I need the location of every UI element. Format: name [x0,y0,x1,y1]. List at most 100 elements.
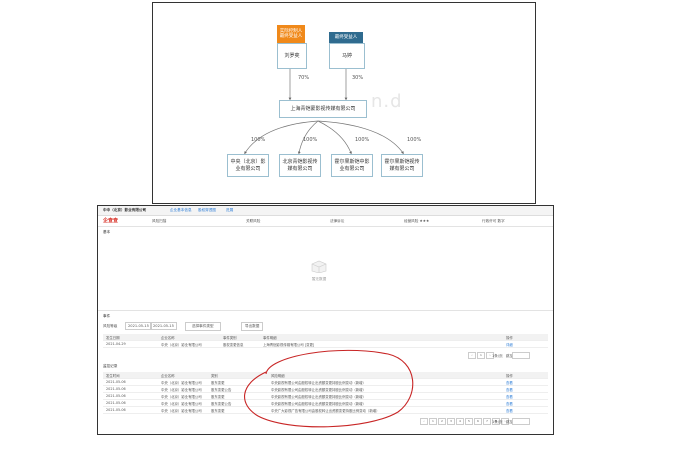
export-button[interactable]: 导出数据 [241,322,264,331]
pct-sub-2: 100% [303,137,318,143]
jump-input[interactable] [512,418,530,425]
page-button[interactable]: 7 [483,418,491,425]
company-node[interactable]: 上海青铠蒙影视传媒有限公司 [279,100,367,118]
cell-type: 股权变更信息 [223,343,244,347]
table-row: 2021-05-06 中央（北京）影业有限公司 股东变更 中央广大影视广告有限公… [103,407,548,414]
col-header: 发生日期 [106,336,120,340]
cell-detail: 中央影视有限公司由股权转让出资额变更持股比例变动（新增） [271,395,366,399]
app-window: 中中（北京）影业有限公司 企业基本信息 股权穿透图 进展 企查查 风险扫描 关联… [97,205,554,435]
view-link[interactable]: 查看 [506,394,513,399]
page-size-select[interactable]: 1条/页 [492,420,503,425]
section-events-title: 事件 [103,314,111,318]
empty-box-icon [311,260,327,274]
cell-detail: 中央广大影视广告有限公司由股权转让出资额变更持股比例变动（新增） [271,409,380,413]
view-link[interactable]: 查看 [506,408,513,413]
cell-date: 2021-05-06 [106,380,126,384]
beneficiary-node[interactable]: 马婷 [329,43,365,69]
sub-node-1[interactable]: 中央（北京）影 业有限公司 [227,154,269,177]
col-header: 企业名称 [161,336,175,340]
divider [98,310,553,311]
cell-date: 2021-04-29 [106,342,126,346]
view-link[interactable]: 查看 [506,401,513,406]
cell-date: 2021-05-06 [106,387,126,391]
empty-state: 暂无数据 [310,258,328,282]
cell-type: 股东变更公告 [211,402,232,406]
view-link[interactable]: 查看 [506,380,513,385]
pct-beneficiary: 30% [352,75,364,81]
stat-1[interactable]: 风险扫描 [152,219,166,224]
page-size-select[interactable]: 1条/页 [492,354,503,359]
table-row: 2021-05-06 中央（北京）影业有限公司 股东变更 中央影视有限公司由股权… [103,393,548,400]
table-row: 2021-05-06 中央（北京）影业有限公司 股东变更公告 中央影视有限公司由… [103,400,548,407]
col-header: 企业名称 [161,374,175,378]
section-monitor-title: 监控记录 [103,364,118,368]
controller-node[interactable]: 刘罗奕 [277,43,307,69]
cell-detail: 上海青铠影视传媒有限公司 [变更] [263,343,315,347]
sub-node-3[interactable]: 霍尔果斯铠中影 业有限公司 [331,154,373,177]
col-header: 操作 [506,336,513,340]
tab-equity-chart[interactable]: 股权穿透图 [198,208,216,213]
table1-header: 发生日期 企业名称 事件类别 事件明细 操作 [103,334,548,341]
stat-4[interactable]: 经营风险 ★★★ [404,219,429,224]
brand-logo: 企查查 [103,218,119,224]
page-button[interactable]: 6 [474,418,482,425]
page-button[interactable]: 2 [438,418,446,425]
stat-3[interactable]: 法律诉讼 [330,219,344,224]
section-basic-title: 基本 [103,230,111,234]
filter-bar: 风险等级 2021-05-15 2021-05-15 选择事件类型 导出数据 [103,322,548,331]
edge-sub-3 [317,120,352,155]
page-button[interactable]: 1 [429,418,437,425]
prev-page-button[interactable]: ‹ [420,418,428,425]
col-header: 事件明细 [263,336,277,340]
cell-type: 股东变更公告 [211,388,232,392]
col-header: 风险明细 [271,374,285,378]
watermark: n.d [371,91,403,112]
col-header: 事件类别 [223,336,237,340]
detail-link[interactable]: 详细 [506,342,513,347]
pct-sub-4: 100% [407,137,422,143]
sub-node-4[interactable]: 霍尔果斯铠视传 媒有限公司 [381,154,423,177]
pager-1: ‹ 1 › [468,352,494,359]
pct-sub-1: 100% [251,137,266,143]
cell-type: 股东变更 [211,409,225,413]
cell-date: 2021-05-06 [106,401,126,405]
cell-type: 股东变更 [211,381,225,385]
cell-company: 中央（北京）影业有限公司 [161,395,202,399]
stat-5[interactable]: 行政许可 数字 [482,219,505,224]
title-bar: 中中（北京）影业有限公司 企业基本信息 股权穿透图 进展 [98,206,553,216]
sub-node-2[interactable]: 北京青铠影视传 媒有限公司 [279,154,321,177]
cell-detail: 中央影视有限公司由股权转让出资额变更持股比例变动（新增） [271,388,366,392]
page-button[interactable]: 5 [465,418,473,425]
cell-date: 2021-05-06 [106,408,126,412]
jump-input[interactable] [512,352,530,359]
table-row: 2021-05-06 中央（北京）影业有限公司 股东变更公告 中央影视有限公司由… [103,386,548,393]
ownership-diagram: n.d 实际控制人 最终受益人 刘罗奕 最终受益人 马婷 70% 30% 上海青… [152,2,536,204]
page-button[interactable]: 4 [456,418,464,425]
cell-company: 中央（北京）影业有限公司 [161,381,202,385]
event-type-select[interactable]: 选择事件类型 [185,322,221,331]
stat-2[interactable]: 关联风险 [246,219,260,224]
tab-progress[interactable]: 进展 [226,208,233,213]
stats-bar: 企查查 风险扫描 关联风险 法律诉讼 经营风险 ★★★ 行政许可 数字 [98,216,553,227]
date-from-input[interactable]: 2021-05-15 [125,322,152,330]
view-link[interactable]: 查看 [506,387,513,392]
page-button[interactable]: 1 [477,352,485,359]
prev-page-button[interactable]: ‹ [468,352,476,359]
cell-company: 中央（北京）影业有限公司 [161,388,202,392]
cell-date: 2021-05-06 [106,394,126,398]
filter-label: 风险等级 [103,324,118,328]
pct-controller: 70% [298,75,310,81]
cell-detail: 中央影视有限公司由股权转让出资额变更持股比例变动（新增） [271,381,366,385]
date-to-input[interactable]: 2021-05-15 [150,322,177,330]
window-title: 中中（北京）影业有限公司 [103,208,147,212]
empty-text: 暂无数据 [311,277,327,281]
controller-tag: 实际控制人 最终受益人 [277,25,305,43]
cell-type: 股东变更 [211,395,225,399]
tab-basic-info[interactable]: 企业基本信息 [170,208,192,213]
cell-company: 中央（北京）影业有限公司 [161,409,202,413]
col-header: 操作 [506,374,513,378]
page-button[interactable]: 3 [447,418,455,425]
table-row: 2021-05-06 中央（北京）影业有限公司 股东变更 中央影视有限公司由股权… [103,379,548,386]
col-header: 类别 [211,374,218,378]
cell-company: 中央（北京）影业有限公司 [161,402,202,406]
